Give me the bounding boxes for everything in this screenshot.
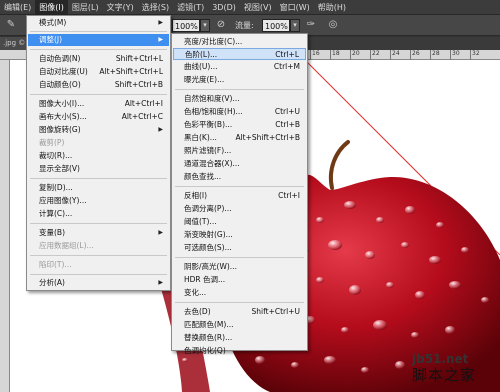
opacity-dropdown-icon[interactable]: ▾ [200, 19, 210, 32]
opacity-field[interactable]: 100% [172, 19, 200, 32]
menu-item-auto-tone[interactable]: 自动色调(N) Shift+Ctrl+L [28, 53, 169, 65]
menu-item-variables[interactable]: 变量(B) ▶ [28, 227, 169, 239]
menu-filter[interactable]: 滤镜(T) [173, 0, 208, 15]
menu-item-crop[interactable]: 裁剪(P) [28, 137, 169, 149]
watermark-url: jb51.net [412, 352, 469, 366]
menu-item-trap[interactable]: 陷印(T)... [28, 259, 169, 271]
menu-item-black-white[interactable]: 黑白(K)... Alt+Shift+Ctrl+B [173, 132, 306, 144]
ruler-label: 28 [432, 50, 440, 57]
menu-type[interactable]: 文字(Y) [103, 0, 138, 15]
ruler-tick [350, 50, 351, 60]
menu-edit[interactable]: 编辑(E) [0, 0, 35, 15]
menu-item-image-rotation[interactable]: 图像旋转(G) ▶ [28, 124, 169, 136]
pressure-size-icon[interactable]: ◎ [326, 18, 340, 32]
ruler-label: 24 [392, 50, 400, 57]
watermark: jb51.net 脚本之家 [412, 352, 476, 384]
menu-item-reveal-all[interactable]: 显示全部(V) [28, 163, 169, 175]
menu-item-brightness-contrast[interactable]: 亮度/对比度(C)... [173, 36, 306, 48]
menu-item-variations[interactable]: 变化... [173, 287, 306, 299]
ruler-tick [450, 50, 451, 60]
document-tab[interactable]: .jpg © [0, 37, 29, 50]
menu-item-curves[interactable]: 曲线(U)... Ctrl+M [173, 61, 306, 73]
menu-3d[interactable]: 3D(D) [208, 0, 240, 15]
menu-select[interactable]: 选择(S) [138, 0, 173, 15]
menu-item-auto-color[interactable]: 自动颜色(O) Shift+Ctrl+B [28, 79, 169, 91]
ruler-tick [410, 50, 411, 60]
airbrush-icon[interactable]: ✑ [304, 18, 318, 32]
menu-item-desaturate[interactable]: 去色(D) Shift+Ctrl+U [173, 306, 306, 318]
menu-item-replace-color[interactable]: 替换颜色(R)... [173, 332, 306, 344]
menu-item-posterize[interactable]: 色调分离(P)... [173, 203, 306, 215]
menu-item-shadows-highlights[interactable]: 阴影/高光(W)... [173, 261, 306, 273]
menu-window[interactable]: 窗口(W) [276, 0, 314, 15]
menu-item-trim[interactable]: 裁切(R)... [28, 150, 169, 162]
submenu-arrow-icon: ▶ [158, 126, 163, 133]
submenu-arrow-icon: ▶ [158, 19, 163, 26]
ruler-label: 32 [472, 50, 480, 57]
image-menu: 模式(M) ▶ 调整(J) ▶ 自动色调(N) Shift+Ctrl+L 自动对比度(… [26, 15, 171, 291]
ruler-tick [470, 50, 471, 60]
ruler-label: 26 [412, 50, 420, 57]
watermark-name: 脚本之家 [412, 366, 477, 384]
menu-item-match-color[interactable]: 匹配颜色(M)... [173, 319, 306, 331]
menu-item-threshold[interactable]: 阈值(T)... [173, 216, 306, 228]
menu-item-invert[interactable]: 反相(I) Ctrl+I [173, 190, 306, 202]
menu-item-apply-image[interactable]: 应用图像(Y)... [28, 195, 169, 207]
ruler-label: 22 [372, 50, 380, 57]
flow-field[interactable]: 100% [262, 19, 290, 32]
menu-item-levels[interactable]: 色阶(L)... Ctrl+L [173, 48, 306, 60]
menu-bar: 编辑(E) 图像(I) 图层(L) 文字(Y) 选择(S) 滤镜(T) 3D(D… [0, 0, 500, 15]
menu-item-channel-mixer[interactable]: 通道混合器(X)... [173, 158, 306, 170]
menu-item-exposure[interactable]: 曝光度(E)... [173, 74, 306, 86]
apple-stem [328, 140, 350, 190]
submenu-arrow-icon: ▶ [158, 229, 163, 236]
menu-item-mode[interactable]: 模式(M) ▶ [28, 17, 169, 29]
menu-item-canvas-size[interactable]: 画布大小(S)... Alt+Ctrl+C [28, 111, 169, 123]
menu-item-apply-data-set[interactable]: 应用数据组(L)... [28, 240, 169, 252]
ruler-tick [430, 50, 431, 60]
menu-item-calculations[interactable]: 计算(C)... [28, 208, 169, 220]
menu-item-hdr-toning[interactable]: HDR 色调... [173, 274, 306, 286]
flow-dropdown-icon[interactable]: ▾ [290, 19, 300, 32]
ruler-label: 18 [332, 50, 340, 57]
menu-item-selective-color[interactable]: 可选颜色(S)... [173, 242, 306, 254]
menu-item-duplicate[interactable]: 复制(D)... [28, 182, 169, 194]
adjustments-submenu: 亮度/对比度(C)... 色阶(L)... Ctrl+L 曲线(U)... Ctrl… [171, 33, 308, 355]
submenu-arrow-icon: ▶ [158, 279, 163, 286]
menu-item-color-balance[interactable]: 色彩平衡(B)... Ctrl+B [173, 119, 306, 131]
menu-item-analysis[interactable]: 分析(A) ▶ [28, 277, 169, 289]
left-ruler [0, 60, 10, 392]
submenu-arrow-icon: ▶ [158, 36, 163, 43]
flow-label: 流量: [235, 21, 254, 30]
ruler-label: 20 [352, 50, 360, 57]
menu-item-equalize[interactable]: 色调均化(Q) [173, 345, 306, 357]
menu-item-photo-filter[interactable]: 照片滤镜(F)... [173, 145, 306, 157]
menu-item-vibrance[interactable]: 自然饱和度(V)... [173, 93, 306, 105]
menu-item-adjustments[interactable]: 调整(J) ▶ [28, 34, 169, 46]
ruler-tick [370, 50, 371, 60]
menu-image[interactable]: 图像(I) [35, 0, 68, 15]
menu-item-hue-saturation[interactable]: 色相/饱和度(H)... Ctrl+U [173, 106, 306, 118]
menu-item-gradient-map[interactable]: 渐变映射(G)... [173, 229, 306, 241]
menu-layer[interactable]: 图层(L) [68, 0, 103, 15]
ruler-label: 30 [452, 50, 460, 57]
ruler-tick [390, 50, 391, 60]
menu-help[interactable]: 帮助(H) [314, 0, 350, 15]
menu-item-image-size[interactable]: 图像大小(I)... Alt+Ctrl+I [28, 98, 169, 110]
ruler-tick [330, 50, 331, 60]
ruler-label: 16 [312, 50, 320, 57]
pressure-opacity-icon[interactable]: ⊘ [214, 18, 228, 32]
menu-item-color-lookup[interactable]: 颜色查找... [173, 171, 306, 183]
brush-tool-icon[interactable]: ✎ [4, 18, 18, 32]
menu-item-auto-contrast[interactable]: 自动对比度(U) Alt+Shift+Ctrl+L [28, 66, 169, 78]
ruler-tick [310, 50, 311, 60]
menu-view[interactable]: 视图(V) [240, 0, 276, 15]
